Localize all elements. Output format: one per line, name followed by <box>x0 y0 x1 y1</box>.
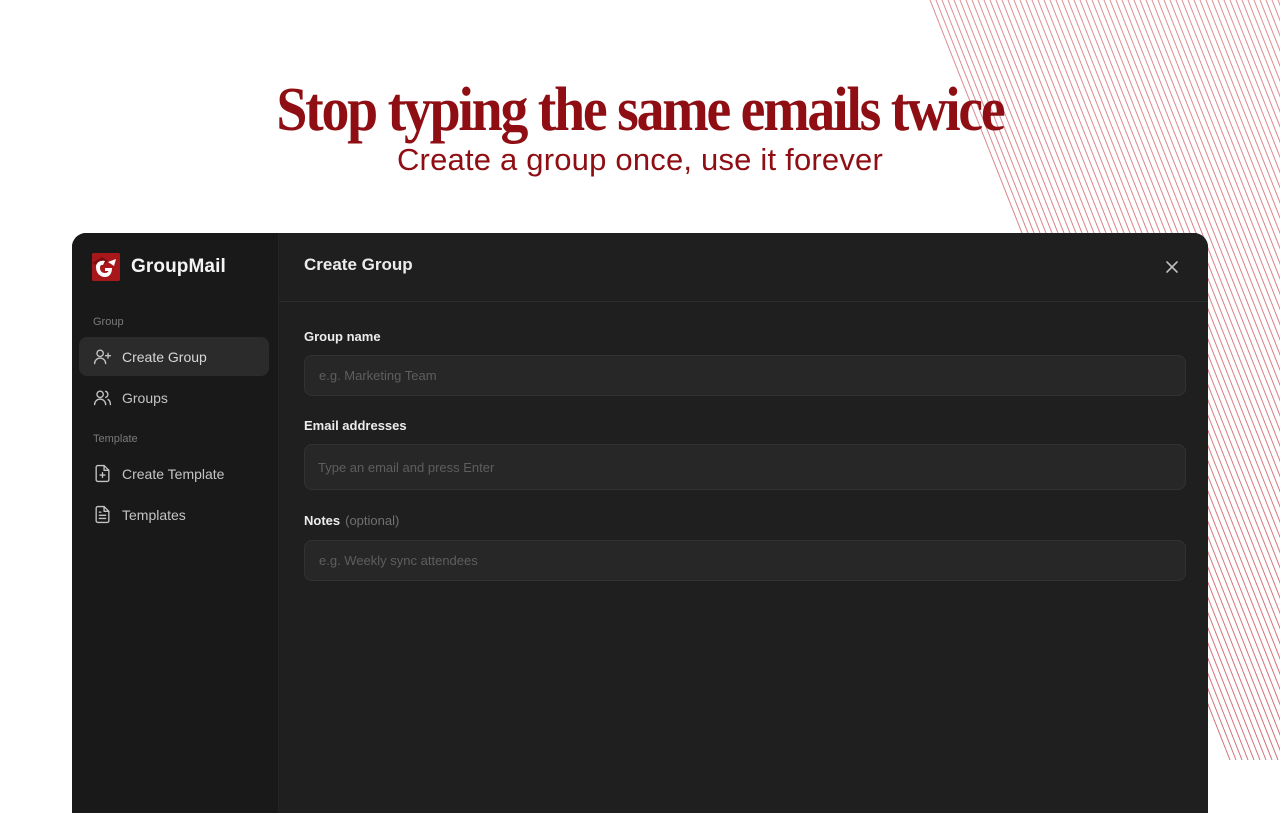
group-name-input[interactable] <box>304 355 1186 396</box>
close-icon <box>1166 261 1178 273</box>
email-addresses-label: Email addresses <box>304 418 407 433</box>
main-panel: Create Group Group name Email addresses … <box>279 233 1208 813</box>
file-text-icon <box>92 505 112 525</box>
file-plus-icon <box>92 464 112 484</box>
hero-subtitle: Create a group once, use it forever <box>396 142 884 177</box>
groupmail-logo <box>92 253 120 281</box>
close-button[interactable] <box>1162 257 1182 277</box>
sidebar-item-templates[interactable]: Templates <box>79 495 269 534</box>
sidebar-item-label: Create Template <box>122 465 225 482</box>
group-name-label: Group name <box>304 329 381 344</box>
notes-label: Notes (optional) <box>304 513 399 528</box>
section-label-group: Group <box>93 316 124 328</box>
optional-hint: (optional) <box>345 513 400 528</box>
panel-header: Create Group <box>279 233 1208 302</box>
sidebar-item-label: Templates <box>122 506 186 523</box>
section-label-template: Template <box>93 433 138 445</box>
sidebar-item-label: Create Group <box>122 348 207 365</box>
panel-title: Create Group <box>304 255 413 274</box>
sidebar: GroupMail Group Create Group Groups Temp… <box>72 233 279 813</box>
sidebar-item-create-group[interactable]: Create Group <box>79 337 269 376</box>
hero: Stop typing the same emails twice Create… <box>0 76 1280 178</box>
brand-name: GroupMail <box>131 256 226 277</box>
brand: GroupMail <box>92 253 226 281</box>
sidebar-item-groups[interactable]: Groups <box>79 378 269 417</box>
app-window: GroupMail Group Create Group Groups Temp… <box>72 233 1208 813</box>
email-addresses-input[interactable] <box>304 444 1186 490</box>
hero-title: Stop typing the same emails twice <box>276 76 1005 144</box>
sidebar-item-create-template[interactable]: Create Template <box>79 454 269 493</box>
user-plus-icon <box>92 347 112 367</box>
notes-input[interactable] <box>304 540 1186 581</box>
notes-label-text: Notes <box>304 513 341 528</box>
sidebar-item-label: Groups <box>122 389 168 406</box>
users-icon <box>92 388 112 408</box>
